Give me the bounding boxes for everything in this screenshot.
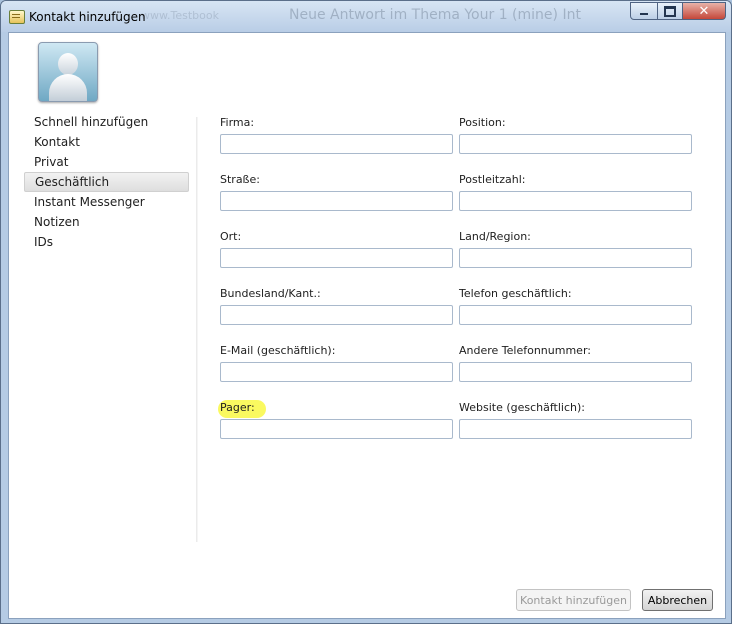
background-window-title: Neue Antwort im Thema Your 1 (mine) Int [289, 7, 581, 23]
maximize-icon [664, 5, 676, 17]
field-bundesland: Bundesland/Kant.: [220, 287, 453, 325]
contact-person-icon[interactable] [38, 42, 98, 102]
field-strasse: Straße: [220, 173, 453, 211]
category-nav: Schnell hinzufügen Kontakt Privat Geschä… [24, 112, 189, 252]
nav-divider [196, 117, 198, 542]
nav-item-privat[interactable]: Privat [24, 152, 189, 172]
firma-input[interactable] [220, 134, 453, 154]
field-label: Telefon geschäftlich: [459, 287, 572, 300]
andere-telefonnummer-input[interactable] [459, 362, 692, 382]
nav-item-notizen[interactable]: Notizen [24, 212, 189, 232]
minimize-icon [640, 13, 648, 15]
field-label: Postleitzahl: [459, 173, 526, 186]
minimize-button[interactable] [630, 2, 658, 20]
land-region-input[interactable] [459, 248, 692, 268]
avatar-head [58, 53, 78, 75]
pager-input[interactable] [220, 419, 453, 439]
nav-item-instant-messenger[interactable]: Instant Messenger [24, 192, 189, 212]
telefon-geschaeftlich-input[interactable] [459, 305, 692, 325]
field-label: Straße: [220, 173, 260, 186]
window-title: Kontakt hinzufügen [29, 10, 146, 24]
field-land-region: Land/Region: [459, 230, 692, 268]
field-label: Website (geschäftlich): [459, 401, 586, 414]
field-label: Ort: [220, 230, 242, 243]
field-label: E-Mail (geschäftlich): [220, 344, 336, 357]
field-label: Bundesland/Kant.: [220, 287, 321, 300]
bundesland-input[interactable] [220, 305, 453, 325]
website-geschaeftlich-input[interactable] [459, 419, 692, 439]
close-button[interactable]: ✕ [682, 2, 726, 20]
contact-app-icon [9, 10, 25, 24]
field-email-geschaeftlich: E-Mail (geschäftlich): [220, 344, 453, 382]
nav-item-kontakt[interactable]: Kontakt [24, 132, 189, 152]
nav-item-schnell-hinzufuegen[interactable]: Schnell hinzufügen [24, 112, 189, 132]
position-input[interactable] [459, 134, 692, 154]
add-contact-button[interactable]: Kontakt hinzufügen [516, 589, 631, 611]
field-andere-telefonnummer: Andere Telefonnummer: [459, 344, 692, 382]
email-geschaeftlich-input[interactable] [220, 362, 453, 382]
strasse-input[interactable] [220, 191, 453, 211]
postleitzahl-input[interactable] [459, 191, 692, 211]
field-telefon-geschaeftlich: Telefon geschäftlich: [459, 287, 692, 325]
field-pager: Pager: [220, 401, 453, 439]
maximize-button[interactable] [657, 2, 683, 20]
field-label: Firma: [220, 116, 255, 129]
field-ort: Ort: [220, 230, 453, 268]
field-label: Andere Telefonnummer: [459, 344, 591, 357]
field-firma: Firma: [220, 116, 453, 154]
avatar-body [49, 74, 87, 101]
field-label: Pager: [220, 401, 255, 414]
field-label: Land/Region: [459, 230, 531, 243]
background-window-title-small: www.Testbook [141, 9, 219, 22]
ort-input[interactable] [220, 248, 453, 268]
dialog-content: Schnell hinzufügen Kontakt Privat Geschä… [8, 32, 726, 619]
cancel-button[interactable]: Abbrechen [642, 589, 713, 611]
close-icon: ✕ [698, 3, 710, 19]
add-contact-window: www.Testbook Neue Antwort im Thema Your … [0, 0, 732, 624]
nav-item-geschaeftlich[interactable]: Geschäftlich [24, 172, 189, 192]
nav-item-ids[interactable]: IDs [24, 232, 189, 252]
field-postleitzahl: Postleitzahl: [459, 173, 692, 211]
field-label: Position: [459, 116, 506, 129]
field-position: Position: [459, 116, 692, 154]
title-bar[interactable]: www.Testbook Neue Antwort im Thema Your … [1, 1, 731, 32]
field-website-geschaeftlich: Website (geschäftlich): [459, 401, 692, 439]
